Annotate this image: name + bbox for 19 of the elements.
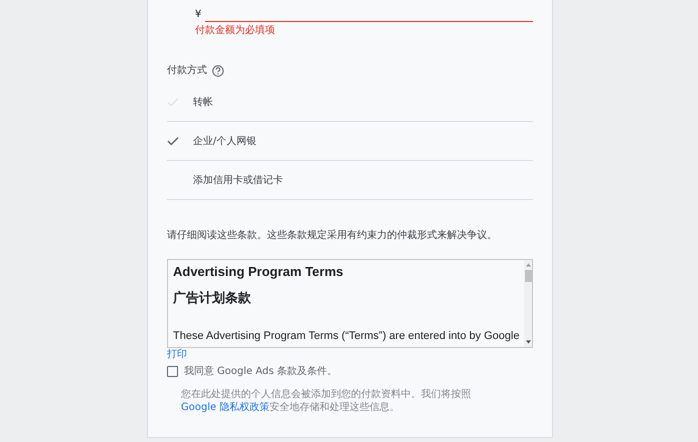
agree-checkbox[interactable] [167,366,178,376]
terms-notice: 请仔细阅读这些条款。这些条款规定采用有约束力的仲裁形式来解决争议。 [167,229,498,243]
privacy-note: 您在此处提供的个人信息会被添加到您的付款资料中。我们将按照 Google 隐私权政策安全地存储和处理这些信息。 [181,388,472,414]
amount-field[interactable]: ¥ [195,6,533,22]
scrollbar-thumb[interactable] [524,270,532,282]
payment-option[interactable]: 转帐 [167,83,533,122]
section-label: 付款方式 [167,64,207,78]
payment-option[interactable]: 添加信用卡或借记卡 [167,161,533,200]
agree-label: 我同意 Google Ads 条款及条件。 [184,364,338,378]
terms-paragraph: These Advertising Program Terms (“Terms”) are entered into by Google [173,330,520,343]
scroll-down-icon[interactable] [526,340,531,344]
help-icon[interactable] [212,65,224,77]
error-message: 付款金额为必填项 [195,25,276,37]
print-link[interactable]: 打印 [167,349,187,361]
scrollbar[interactable] [524,260,532,347]
privacy-link[interactable]: Google 隐私权政策 [181,402,270,413]
terms-subtitle: 广告计划条款 [173,291,252,307]
payment-option[interactable]: 企业/个人网银 [167,122,533,161]
terms-title: Advertising Program Terms [173,264,344,280]
